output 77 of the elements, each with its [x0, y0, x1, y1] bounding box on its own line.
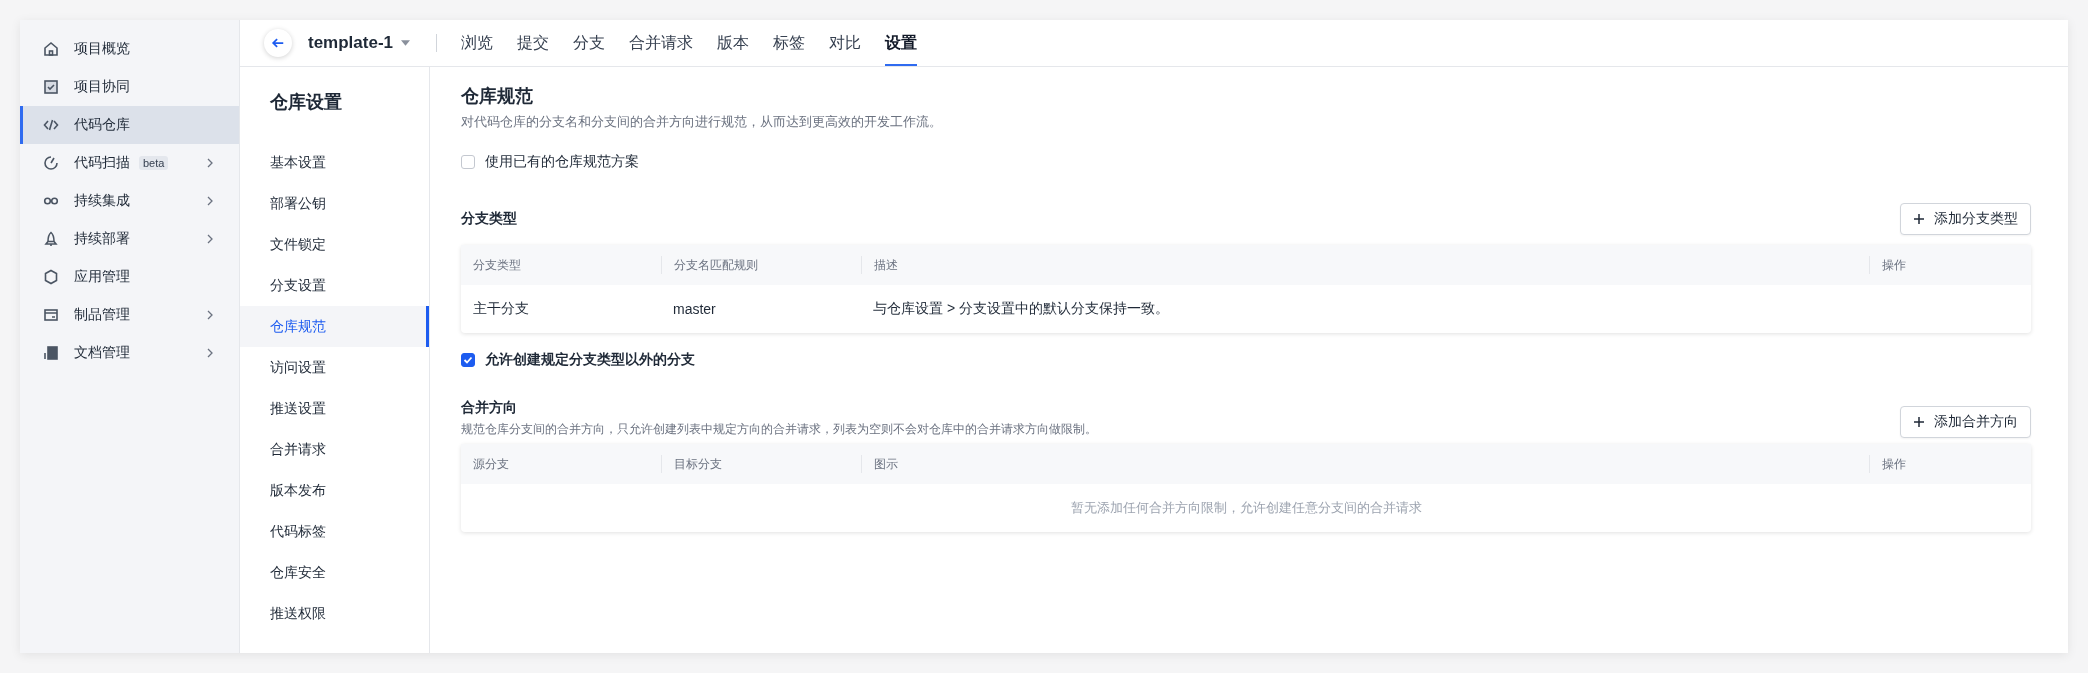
hexagon-icon [43, 269, 59, 285]
checkbox[interactable] [461, 353, 475, 367]
page-description: 对代码仓库的分支名和分支间的合并方向进行规范，从而达到更高效的开发工作流。 [461, 113, 943, 131]
settings-menu-item[interactable]: 代码标签 [240, 511, 429, 552]
checkbox-icon [43, 79, 59, 95]
plus-icon [1913, 416, 1925, 428]
settings-menu-item[interactable]: 仓库安全 [240, 552, 429, 593]
column-header: 描述 [861, 256, 1869, 274]
sidebar-item[interactable]: 代码仓库 [20, 106, 239, 144]
arrow-left-icon [271, 36, 285, 50]
settings-menu-item[interactable]: 访问设置 [240, 347, 429, 388]
column-header: 分支名匹配规则 [661, 256, 861, 274]
settings-menu-item[interactable]: 推送设置 [240, 388, 429, 429]
settings-menu-item[interactable]: 分支设置 [240, 265, 429, 306]
window-icon [43, 307, 59, 323]
back-button[interactable] [264, 29, 292, 57]
sidebar-item-label: 代码扫描 [74, 154, 130, 172]
tab[interactable]: 标签 [773, 20, 806, 66]
column-header: 操作 [1869, 455, 2031, 473]
tab[interactable]: 设置 [885, 20, 918, 66]
tab[interactable]: 提交 [517, 20, 550, 66]
beta-badge: beta [139, 156, 169, 170]
table-cell: master [673, 301, 716, 317]
sidebar-item[interactable]: 应用管理 [20, 258, 239, 296]
gauge-icon [43, 155, 59, 171]
tab[interactable]: 对比 [829, 20, 862, 66]
column-header: 目标分支 [661, 455, 861, 473]
sidebar-item-label: 应用管理 [74, 268, 130, 286]
settings-menu-item[interactable]: 仓库规范 [240, 306, 429, 347]
document-icon [43, 345, 59, 361]
home-icon [43, 41, 59, 57]
column-header: 源分支 [472, 456, 510, 473]
sidebar-item[interactable]: 持续集成 [20, 182, 239, 220]
checkmark-icon [462, 354, 474, 366]
settings-title: 仓库设置 [269, 91, 343, 114]
add-branch-type-button[interactable]: 添加分支类型 [1900, 203, 2031, 235]
settings-menu-item[interactable]: 文件锁定 [240, 224, 429, 265]
table-cell: 与仓库设置 > 分支设置中的默认分支保持一致。 [873, 300, 1169, 316]
empty-message: 暂无添加任何合并方向限制，允许创建任意分支间的合并请求 [1070, 499, 1422, 517]
column-header: 分支类型 [472, 257, 522, 274]
plus-icon [1913, 213, 1925, 225]
sidebar-item[interactable]: 代码扫描 beta [20, 144, 239, 182]
sidebar-item-label: 持续部署 [74, 230, 130, 248]
sidebar-item[interactable]: 持续部署 [20, 220, 239, 258]
sidebar-item-label: 项目概览 [74, 40, 130, 58]
checkbox[interactable] [461, 155, 475, 169]
sidebar-item-label: 文档管理 [74, 344, 130, 362]
section-title: 分支类型 [461, 210, 517, 228]
settings-menu-item[interactable]: 基本设置 [240, 142, 429, 183]
tab[interactable]: 版本 [717, 20, 750, 66]
settings-menu-item[interactable]: 版本发布 [240, 470, 429, 511]
sidebar-item-label: 项目协同 [74, 78, 130, 96]
section-description: 规范仓库分支间的合并方向，只允许创建列表中规定方向的合并请求，列表为空则不会对仓库中的合并请求方向做限制。 [461, 421, 1097, 438]
add-merge-direction-button[interactable]: 添加合并方向 [1900, 406, 2031, 438]
tab[interactable]: 浏览 [461, 20, 494, 66]
sidebar-item[interactable]: 项目概览 [20, 30, 239, 68]
section-title: 合并方向 [461, 399, 518, 417]
sidebar-item[interactable]: 项目协同 [20, 68, 239, 106]
settings-menu-item[interactable]: 部署公钥 [240, 183, 429, 224]
page-title: 仓库规范 [461, 85, 534, 108]
tab[interactable]: 分支 [573, 20, 606, 66]
sidebar-item[interactable]: 制品管理 [20, 296, 239, 334]
sidebar-item[interactable]: 文档管理 [20, 334, 239, 372]
checkbox-label: 使用已有的仓库规范方案 [485, 153, 639, 171]
caret-down-icon [401, 40, 411, 46]
repo-selector[interactable]: template-1 [308, 33, 411, 53]
sidebar-item-label: 代码仓库 [74, 116, 130, 134]
settings-menu-item[interactable]: 合并请求 [240, 429, 429, 470]
column-header: 操作 [1869, 256, 2031, 274]
settings-menu-item[interactable]: 推送权限 [240, 593, 429, 634]
code-icon [43, 117, 59, 133]
checkbox-label: 允许创建规定分支类型以外的分支 [485, 351, 695, 369]
sidebar-item-label: 制品管理 [74, 306, 130, 324]
sidebar-item-label: 持续集成 [74, 192, 130, 210]
tab[interactable]: 合并请求 [629, 20, 694, 66]
table-cell: 主干分支 [473, 300, 529, 316]
column-header: 图示 [861, 455, 1869, 473]
